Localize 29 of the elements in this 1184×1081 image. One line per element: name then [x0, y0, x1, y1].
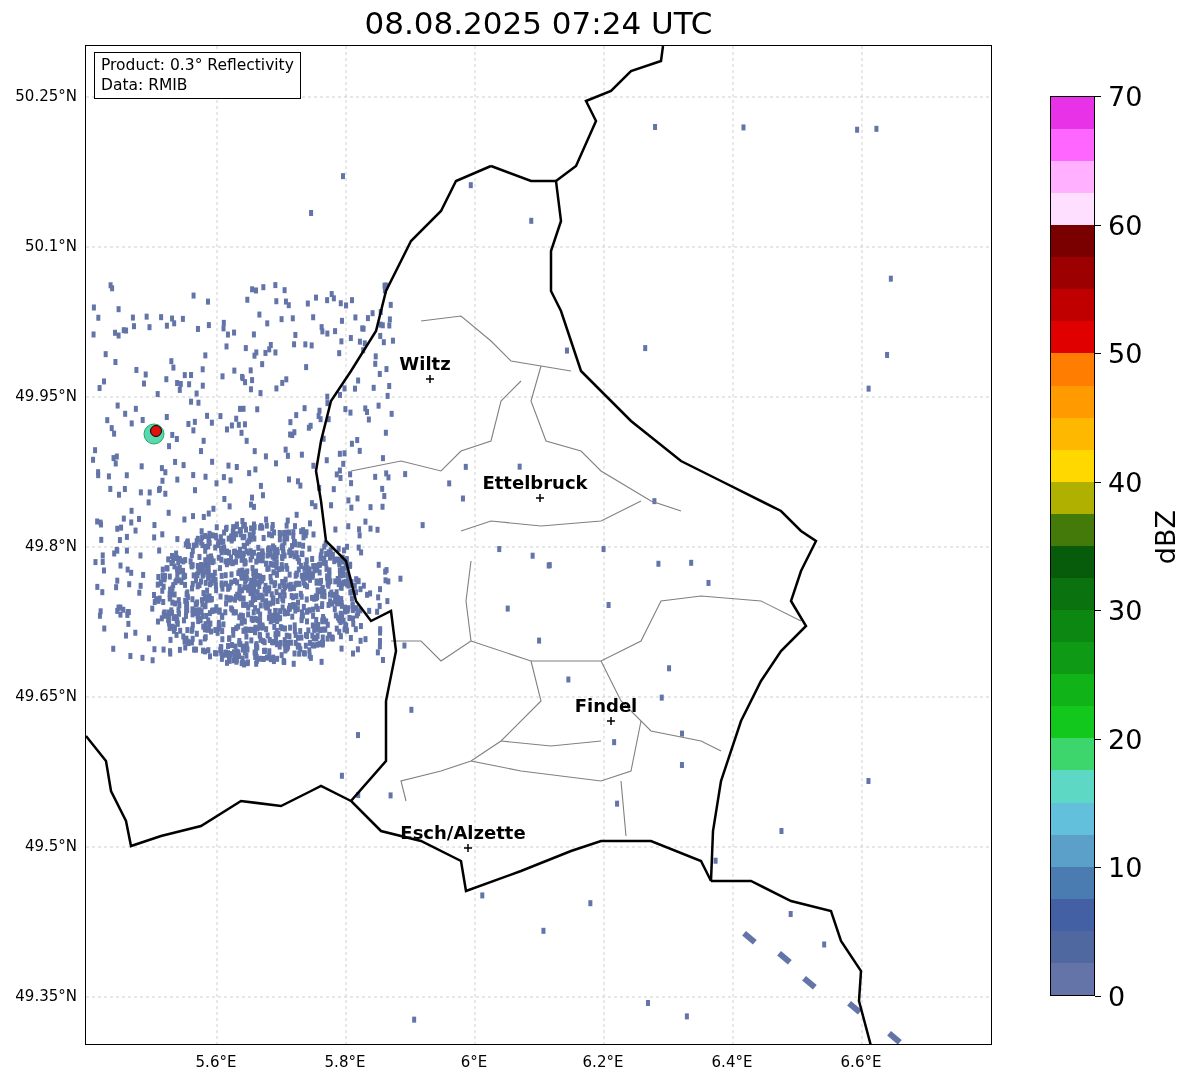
latitude-label: 50.1°N — [24, 237, 77, 255]
colorbar-tick-label: 60 — [1108, 209, 1143, 241]
latitude-label: 50.25°N — [15, 87, 77, 105]
city-label: Findel — [574, 695, 638, 716]
latitude-label: 49.95°N — [15, 387, 77, 405]
longitude-label: 5.6°E — [195, 1053, 237, 1071]
colorbar-tick-label: 70 — [1108, 80, 1143, 112]
longitude-label: 6°E — [460, 1053, 488, 1071]
colorbar-label: dBZ — [1150, 510, 1181, 565]
latitude-label: 49.35°N — [15, 987, 77, 1005]
info-text: Product: 0.3° Reflectivity — [101, 55, 294, 75]
city-label: Esch/Alzette — [400, 822, 526, 843]
city-label: Wiltz — [399, 353, 451, 374]
latitude-label: 49.65°N — [15, 687, 77, 705]
colorbar-tick-label: 30 — [1108, 594, 1143, 626]
colorbar-tick-label: 50 — [1108, 337, 1143, 369]
longitude-label: 5.8°E — [324, 1053, 366, 1071]
longitude-label: 6.4°E — [711, 1053, 753, 1071]
colorbar-tick-label: 40 — [1108, 466, 1143, 498]
colorbar-tick-label: 10 — [1108, 851, 1143, 883]
colorbar-tick-label: 0 — [1108, 980, 1126, 1012]
info-text: Data: RMIB — [101, 75, 189, 95]
longitude-label: 6.2°E — [582, 1053, 624, 1071]
latitude-label: 49.8°N — [24, 537, 77, 555]
longitude-label: 6.6°E — [840, 1053, 882, 1071]
colorbar-tick-label: 20 — [1108, 723, 1143, 755]
latitude-label: 49.5°N — [24, 837, 77, 855]
chart-title: 08.08.2025 07:24 UTC — [364, 4, 713, 41]
city-label: Ettelbruck — [482, 472, 588, 493]
